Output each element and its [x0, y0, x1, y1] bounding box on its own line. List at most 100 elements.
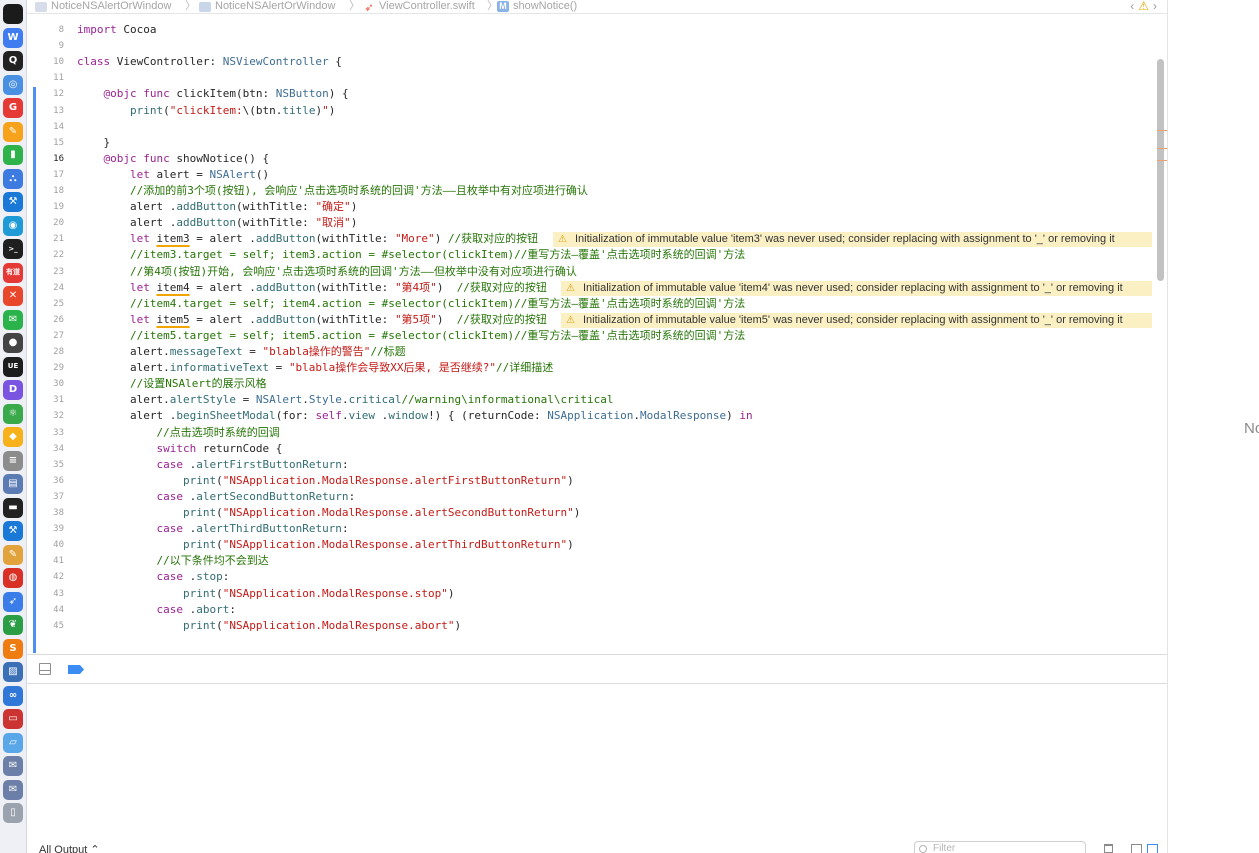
code-line[interactable]: 21 let item3 = alert .addButton(withTitl… [27, 231, 1167, 248]
warning-nav-icon[interactable]: ⚠ [1138, 0, 1149, 13]
network-icon[interactable]: ∞ [3, 685, 23, 706]
code-line[interactable]: 31 alert.alertStyle = NSAlert.Style.crit… [27, 392, 1167, 408]
mail-icon[interactable]: ✉ [3, 756, 23, 776]
terminal-icon[interactable]: >_ [3, 239, 23, 259]
quill-icon[interactable]: ✎ [3, 121, 23, 142]
finder-icon[interactable]: ▱ [3, 732, 23, 753]
code-line[interactable]: 29 alert.informativeText = "blabla操作会导致X… [27, 360, 1167, 376]
warning-annotation[interactable]: ⚠ Initialization of immutable value 'item… [561, 280, 1152, 296]
preview-icon[interactable]: ▤ [3, 474, 23, 494]
code-line[interactable]: 33 //点击选项时系统的回调 [27, 425, 1167, 441]
hide-debug-area-icon[interactable] [39, 663, 51, 675]
code-line[interactable]: 42 case .stop: [27, 569, 1167, 585]
dash-icon[interactable]: D [3, 380, 23, 400]
clear-console-icon[interactable] [1104, 844, 1113, 853]
code-text: print("clickItem:\(btn.title)") [129, 103, 336, 117]
mail2-icon[interactable]: ✉ [3, 779, 23, 800]
code-line[interactable]: 17 let alert = NSAlert() [27, 167, 1167, 183]
activity-icon[interactable]: ▬ [3, 497, 23, 518]
code-line[interactable]: 24 let item4 = alert .addButton(withTitl… [27, 280, 1167, 296]
breadcrumb-file[interactable]: ➶ ViewController.swift [363, 0, 474, 14]
code-line[interactable]: 22 //item3.target = self; item3.action =… [27, 247, 1167, 263]
code-text: let item4 = alert .addButton(withTitle: … [129, 280, 547, 294]
code-line[interactable]: 38 print("NSApplication.ModalResponse.al… [27, 505, 1167, 521]
code-line[interactable]: 16 @objc func showNotice() { [27, 151, 1167, 167]
code-line[interactable]: 13 print("clickItem:\(btn.title)") [27, 103, 1167, 119]
wps-icon[interactable]: W [3, 27, 23, 48]
xcode-icon[interactable]: ⚒ [3, 192, 23, 212]
breakpoints-toggle-icon[interactable] [68, 665, 84, 674]
gallery-icon[interactable]: ▨ [3, 662, 23, 682]
code-line[interactable]: 27 //item5.target = self; item5.action =… [27, 328, 1167, 344]
code-line[interactable]: 39 case .alertThirdButtonReturn: [27, 521, 1167, 537]
code-line[interactable]: 19 alert .addButton(withTitle: "确定") [27, 199, 1167, 215]
instruments-icon[interactable]: ◉ [3, 215, 23, 236]
code-line[interactable]: 20 alert .addButton(withTitle: "取消") [27, 215, 1167, 231]
breadcrumb-method[interactable]: M showNotice() [497, 0, 577, 13]
penguin-icon[interactable]: Q [3, 51, 23, 71]
sublime-icon[interactable]: S [3, 638, 23, 659]
xmind-icon[interactable]: ✕ [3, 286, 23, 306]
youdao-icon[interactable]: 有道 [3, 262, 23, 283]
nav-forward-icon[interactable]: › [1153, 0, 1157, 13]
console-pane-icon[interactable] [1147, 844, 1158, 853]
capture-icon[interactable]: ● [3, 333, 23, 353]
vertical-scrollbar[interactable] [1157, 59, 1164, 281]
code-line[interactable]: 41 //以下条件均不会到达 [27, 553, 1167, 569]
filter-input[interactable]: Filter [914, 841, 1086, 853]
code-line[interactable]: 45 print("NSApplication.ModalResponse.ab… [27, 618, 1167, 634]
chrome-icon[interactable]: ◍ [3, 568, 23, 588]
code-line[interactable]: 11 [27, 70, 1167, 86]
code-line[interactable]: 30 //设置NSAlert的展示风格 [27, 376, 1167, 392]
code-text: let item5 = alert .addButton(withTitle: … [129, 312, 547, 326]
source-editor[interactable]: 8 import Cocoa 9 10 class ViewController: NS… [27, 15, 1167, 653]
qq-icon[interactable] [3, 4, 23, 24]
database-icon[interactable]: ≡ [3, 450, 23, 471]
browser-icon[interactable]: ◎ [3, 74, 23, 95]
bird-icon[interactable]: ➶ [3, 591, 23, 612]
code-line[interactable]: 12 @objc func clickItem(btn: NSButton) { [27, 86, 1167, 102]
variables-pane-icon[interactable] [1131, 844, 1142, 853]
evernote-icon[interactable]: ❦ [3, 615, 23, 635]
code-line[interactable]: 32 alert .beginSheetModal(for: self.view… [27, 408, 1167, 424]
dock: W Q ◎ G ✎ ▮ ⛬ ⚒ ◉ >_ 有道 ✕ ✉ ● UE D ⚛ ◆ ≡ ▤ ▬ ⚒ ✎ ◍ ➶ ❦ S ▨ ∞ ▭ ▱ ✉ ✉ ▯ [0, 0, 27, 853]
code-line[interactable]: 23 //第4项(按钮)开始, 会响应'点击选项时系统的回调'方法——但枚举中没… [27, 264, 1167, 280]
warning-icon: ⚠ [566, 314, 575, 326]
code-line[interactable]: 34 switch returnCode { [27, 441, 1167, 457]
code-line[interactable]: 15 } [27, 135, 1167, 151]
nav-back-icon[interactable]: ‹ [1130, 0, 1134, 13]
code-line[interactable]: 14 [27, 119, 1167, 135]
code-line[interactable]: 10 class ViewController: NSViewController… [27, 54, 1167, 70]
warning-annotation[interactable]: ⚠ Initialization of immutable value 'item… [553, 232, 1152, 248]
code-line[interactable]: 37 case .alertSecondButtonReturn: [27, 489, 1167, 505]
code-line[interactable]: 26 let item5 = alert .addButton(withTitl… [27, 312, 1167, 328]
keynote-icon[interactable]: ⛬ [3, 168, 23, 189]
trash-dock-icon[interactable]: ▯ [3, 803, 23, 823]
code-line[interactable]: 28 alert.messageText = "blabla操作的警告"//标题 [27, 344, 1167, 360]
code-line[interactable]: 44 case .abort: [27, 602, 1167, 618]
line-number: 8 [58, 25, 64, 35]
code-line[interactable]: 9 [27, 38, 1167, 54]
warning-annotation[interactable]: ⚠ Initialization of immutable value 'item… [561, 312, 1152, 328]
line-number: 36 [53, 475, 64, 486]
output-scope-selector[interactable]: All Output ⌃ [39, 844, 100, 853]
notes-icon[interactable]: ✎ [3, 544, 23, 565]
line-number: 12 [53, 89, 64, 100]
breadcrumb-project[interactable]: NoticeNSAlertOrWindow [35, 0, 171, 13]
atom-icon[interactable]: ⚛ [3, 403, 23, 424]
breadcrumb-group[interactable]: NoticeNSAlertOrWindow [199, 0, 335, 13]
code-line[interactable]: 18 //添加的前3个项(按钮), 会响应'点击选项时系统的回调'方法——且枚举… [27, 183, 1167, 199]
wechat-icon[interactable]: ✉ [3, 309, 23, 330]
code-line[interactable]: 40 print("NSApplication.ModalResponse.al… [27, 537, 1167, 553]
sketch-icon[interactable]: ◆ [3, 427, 23, 447]
code-line[interactable]: 25 //item4.target = self; item4.action =… [27, 296, 1167, 312]
numbers-icon[interactable]: ▮ [3, 145, 23, 165]
code-line[interactable]: 43 print("NSApplication.ModalResponse.st… [27, 586, 1167, 602]
code-line[interactable]: 8 import Cocoa [27, 22, 1167, 38]
screen-icon[interactable]: ▭ [3, 709, 23, 729]
code-line[interactable]: 35 case .alertFirstButtonReturn: [27, 457, 1167, 473]
xcode2-icon[interactable]: ⚒ [3, 521, 23, 541]
ue-icon[interactable]: UE [3, 356, 23, 377]
google-icon[interactable]: G [3, 98, 23, 118]
code-line[interactable]: 36 print("NSApplication.ModalResponse.al… [27, 473, 1167, 489]
